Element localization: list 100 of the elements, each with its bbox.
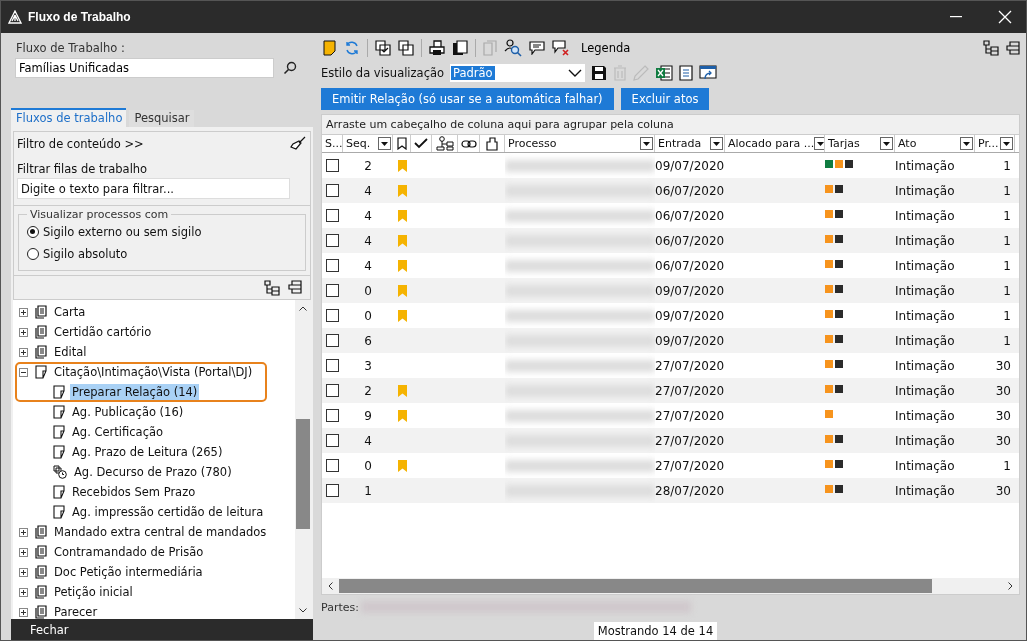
filter-dropdown[interactable]	[814, 137, 824, 150]
scroll-right-icon[interactable]	[1008, 582, 1013, 590]
table-cell: 6	[364, 333, 372, 348]
tree-item[interactable]: Preparar Relação (14)	[70, 384, 200, 400]
caret-icon[interactable]	[568, 69, 583, 77]
scroll-left-icon[interactable]	[328, 582, 333, 590]
row-checkbox[interactable]	[326, 234, 339, 247]
refresh-icon[interactable]	[344, 40, 360, 56]
row-checkbox[interactable]	[326, 434, 339, 447]
column-header[interactable]: Pr...	[975, 135, 1015, 152]
expander-icon[interactable]	[19, 607, 28, 617]
column-header[interactable]: Seq.	[343, 135, 393, 152]
expander-icon[interactable]	[19, 347, 28, 357]
row-checkbox[interactable]	[326, 484, 339, 497]
content-filter-toggle[interactable]: Filtro de conteúdo >>	[17, 137, 144, 151]
comment-delete-icon[interactable]	[552, 40, 570, 56]
expander-icon[interactable]	[19, 327, 28, 337]
row-checkbox[interactable]	[326, 384, 339, 397]
row-checkbox[interactable]	[326, 309, 339, 322]
minimize-icon[interactable]	[950, 16, 962, 18]
filter-dropdown[interactable]	[378, 137, 391, 150]
column-header[interactable]: Entrada	[655, 135, 725, 152]
tree-item[interactable]: Carta	[52, 304, 88, 320]
tree-collapse-icon[interactable]	[1006, 41, 1020, 55]
save-icon[interactable]	[591, 65, 608, 81]
tab[interactable]: Pesquisar	[129, 110, 194, 127]
row-checkbox[interactable]	[326, 334, 339, 347]
tree-expand-icon[interactable]	[983, 40, 999, 56]
row-checkbox[interactable]	[326, 359, 339, 372]
tree-item[interactable]: Ag. Certificação	[70, 424, 166, 440]
row-checkbox[interactable]	[326, 259, 339, 272]
search-icon[interactable]	[283, 61, 297, 75]
filter-dropdown[interactable]	[880, 137, 893, 150]
column-header[interactable]: Ato	[895, 135, 975, 152]
row-checkbox[interactable]	[326, 284, 339, 297]
horizontal-scrollbar[interactable]	[322, 578, 1019, 594]
row-checkbox[interactable]	[326, 159, 339, 172]
copy-icon[interactable]	[398, 40, 414, 56]
tree-item[interactable]: Ag. impressão certidão de leitura	[70, 504, 266, 520]
comment-icon[interactable]	[529, 41, 545, 55]
row-checkbox[interactable]	[326, 209, 339, 222]
expander-icon[interactable]	[19, 367, 28, 377]
window-export-icon[interactable]	[699, 65, 718, 81]
expander-icon[interactable]	[19, 567, 28, 577]
legend-button[interactable]: Legenda	[577, 41, 631, 55]
scroll-down-icon[interactable]	[299, 608, 307, 613]
tab[interactable]: Fluxos de trabalho	[11, 108, 127, 127]
expander-icon[interactable]	[19, 307, 28, 317]
tree-item[interactable]: Petição inicial	[52, 584, 135, 600]
queue-filter-field[interactable]: Digite o texto para filtrar...	[17, 178, 290, 199]
expander-icon[interactable]	[19, 547, 28, 557]
tree-item[interactable]: Recebidos Sem Prazo	[70, 484, 198, 500]
tree-item[interactable]: Ag. Prazo de Leitura (265)	[70, 444, 225, 460]
tree-item[interactable]: Contramandado de Prisão	[52, 544, 206, 560]
brush-icon[interactable]	[290, 136, 306, 152]
filter-dropdown[interactable]	[1000, 137, 1013, 150]
print-icon[interactable]	[429, 40, 445, 56]
tree-item[interactable]: Mandado extra central de mandados	[52, 524, 269, 540]
expander-icon[interactable]	[19, 587, 28, 597]
tree-item[interactable]: Parecer	[52, 604, 100, 619]
hierarchy-icon[interactable]	[435, 136, 454, 151]
close-button[interactable]: Fechar	[11, 619, 313, 640]
user-search-icon[interactable]	[504, 39, 522, 57]
folder-icon[interactable]	[323, 40, 337, 56]
workflow-field[interactable]: Famílias Unificadas	[15, 58, 274, 78]
tree-collapse-icon[interactable]	[288, 280, 302, 294]
close-icon[interactable]	[998, 10, 1012, 24]
tree-item[interactable]: Ag. Publicação (16)	[70, 404, 186, 420]
table-cell: 30	[995, 408, 1011, 423]
tree-item[interactable]: Doc Petição intermediária	[52, 564, 205, 580]
vertical-scrollbar[interactable]	[295, 300, 311, 619]
tree-item[interactable]: Edital	[52, 344, 89, 360]
copy-check-icon[interactable]	[375, 40, 391, 56]
filter-dropdown[interactable]	[960, 137, 973, 150]
spreadsheet-icon[interactable]	[655, 65, 674, 81]
row-checkbox[interactable]	[326, 184, 339, 197]
row-checkbox[interactable]	[326, 459, 339, 472]
radio-option[interactable]: Sigilo absoluto	[27, 243, 297, 265]
document-list-icon[interactable]	[679, 65, 694, 81]
expander-icon[interactable]	[19, 527, 28, 537]
column-header[interactable]: Alocado para ...	[725, 135, 825, 152]
row-checkbox[interactable]	[326, 409, 339, 422]
tree-item[interactable]: Ag. Decurso de Prazo (780)	[72, 464, 234, 480]
column-header[interactable]: S...	[322, 135, 343, 152]
table-cell: Intimação	[895, 208, 955, 223]
filter-dropdown[interactable]	[710, 137, 723, 150]
radio-option[interactable]: Sigilo externo ou sem sigilo	[27, 221, 297, 243]
bookmark-icon[interactable]	[396, 137, 407, 150]
column-header[interactable]: Tarjas	[825, 135, 895, 152]
view-style-dropdown[interactable]: Padrão	[450, 64, 586, 82]
tree-item[interactable]: Certidão cartório	[52, 324, 154, 340]
tree-item[interactable]: Citação\Intimação\Vista (Portal\DJ)	[52, 364, 255, 380]
checkmark-icon[interactable]	[414, 138, 428, 149]
column-header[interactable]: Processo	[505, 135, 655, 152]
scroll-up-icon[interactable]	[299, 306, 307, 311]
link-icon[interactable]	[460, 138, 477, 149]
action-button[interactable]: Excluir atos	[620, 88, 710, 110]
tree-expand-icon[interactable]	[264, 280, 280, 296]
action-button[interactable]: Emitir Relação (só usar se a automática falhar)	[321, 88, 614, 110]
filter-dropdown[interactable]	[640, 137, 653, 150]
